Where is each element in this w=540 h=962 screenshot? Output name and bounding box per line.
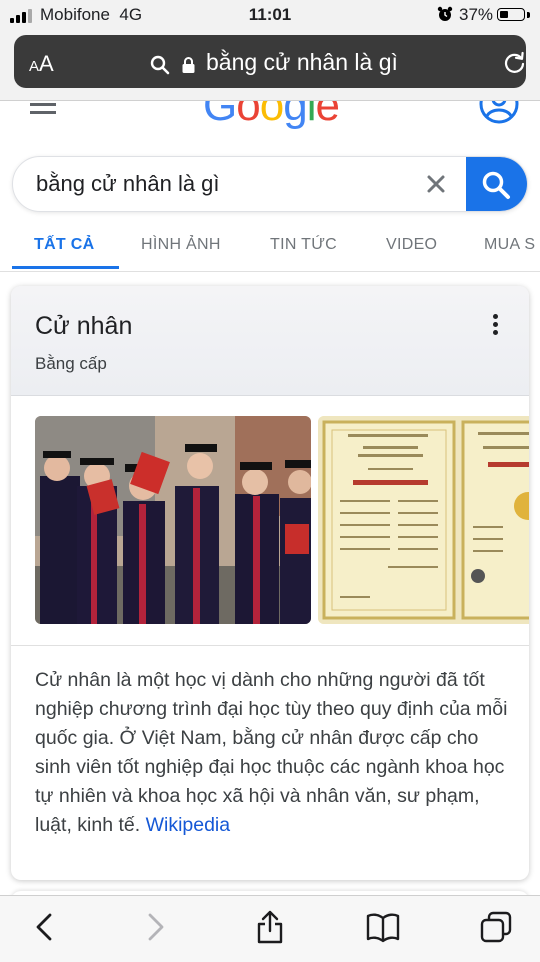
clear-icon[interactable] [423,171,449,197]
search-icon [482,171,510,199]
knowledge-panel-title: Cử nhân [35,312,133,340]
result-tabs: TẤT CẢ HÌNH ẢNH TIN TỨC VIDEO MUA S [0,219,540,272]
knowledge-panel-header: Cử nhân Bằng cấp [11,286,529,396]
description-text: Cử nhân là một học vị dành cho những ngư… [35,669,508,836]
address-text[interactable]: bằng cử nhân là gì [206,49,398,76]
status-bar: Mobifone 4G 11:01 37% [0,0,540,30]
tab-shopping[interactable]: MUA S [484,236,535,254]
tabs-icon[interactable] [479,910,513,944]
battery-icon [497,8,525,21]
graduates-photo[interactable] [35,416,311,624]
alarm-clock-icon [437,6,453,21]
text-size-button[interactable]: AA [29,51,54,77]
tab-all[interactable]: TẤT CẢ [34,236,94,254]
logo-letter: G [203,101,237,130]
browser-top-bar: AA bằng cử nhân là gì [0,30,540,101]
search-icon [150,55,170,75]
logo-letter: o [236,101,261,130]
menu-icon[interactable] [30,103,56,119]
forward-icon[interactable] [138,910,172,944]
search-button[interactable] [466,157,527,211]
logo-letter: e [315,101,340,130]
more-options-icon[interactable] [489,314,501,336]
knowledge-panel-subtitle: Bằng cấp [35,354,107,373]
battery-tip [527,12,530,18]
google-results-page: Google bằng cử nhân là gì TẤT CẢ HÌNH ẢN… [0,101,540,895]
search-box[interactable]: bằng cử nhân là gì [12,156,528,212]
address-bar[interactable]: AA bằng cử nhân là gì [14,35,526,88]
browser-toolbar [0,895,540,962]
lock-icon [182,57,195,73]
bookmarks-icon[interactable] [366,910,400,944]
logo-letter: g [283,101,308,130]
tab-video[interactable]: VIDEO [386,236,437,254]
search-input[interactable]: bằng cử nhân là gì [36,171,220,197]
battery-level [500,11,508,18]
diploma-photo[interactable] [318,416,529,624]
reload-icon[interactable] [502,51,527,76]
knowledge-panel: Cử nhân Bằng cấp Cử nhân là một học vị d… [11,286,529,880]
share-icon[interactable] [253,910,287,944]
knowledge-panel-description: Cử nhân là một học vị dành cho những ngư… [35,666,515,840]
wikipedia-link[interactable]: Wikipedia [146,814,231,836]
account-icon[interactable] [478,101,520,125]
back-icon[interactable] [28,910,62,944]
tab-images[interactable]: HÌNH ẢNH [141,236,221,254]
logo-letter: o [259,101,285,130]
battery-percent: 37% [459,5,494,24]
active-tab-indicator [12,266,119,269]
google-logo[interactable]: Google [203,101,340,131]
tab-news[interactable]: TIN TỨC [270,236,337,254]
image-strip [11,396,529,646]
